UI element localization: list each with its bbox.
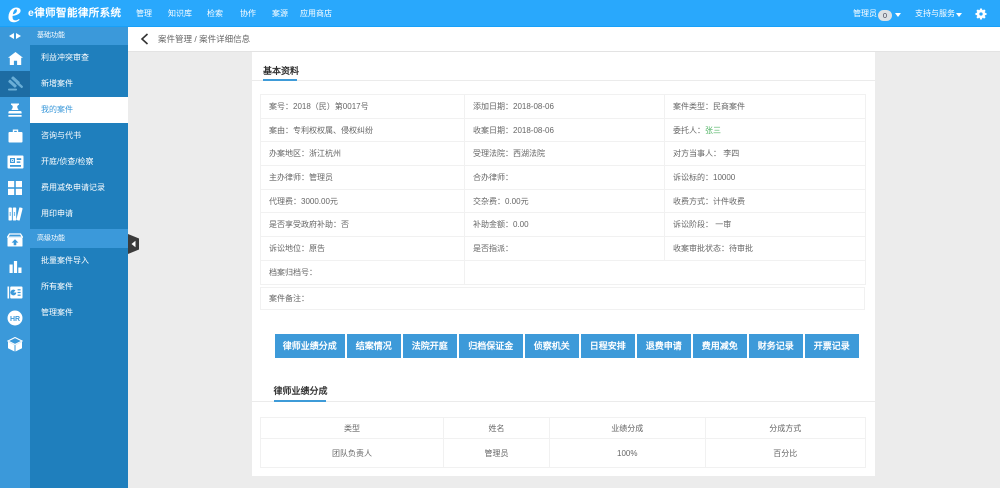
svg-text:e: e	[8, 0, 22, 29]
svg-text:HR: HR	[10, 316, 20, 323]
